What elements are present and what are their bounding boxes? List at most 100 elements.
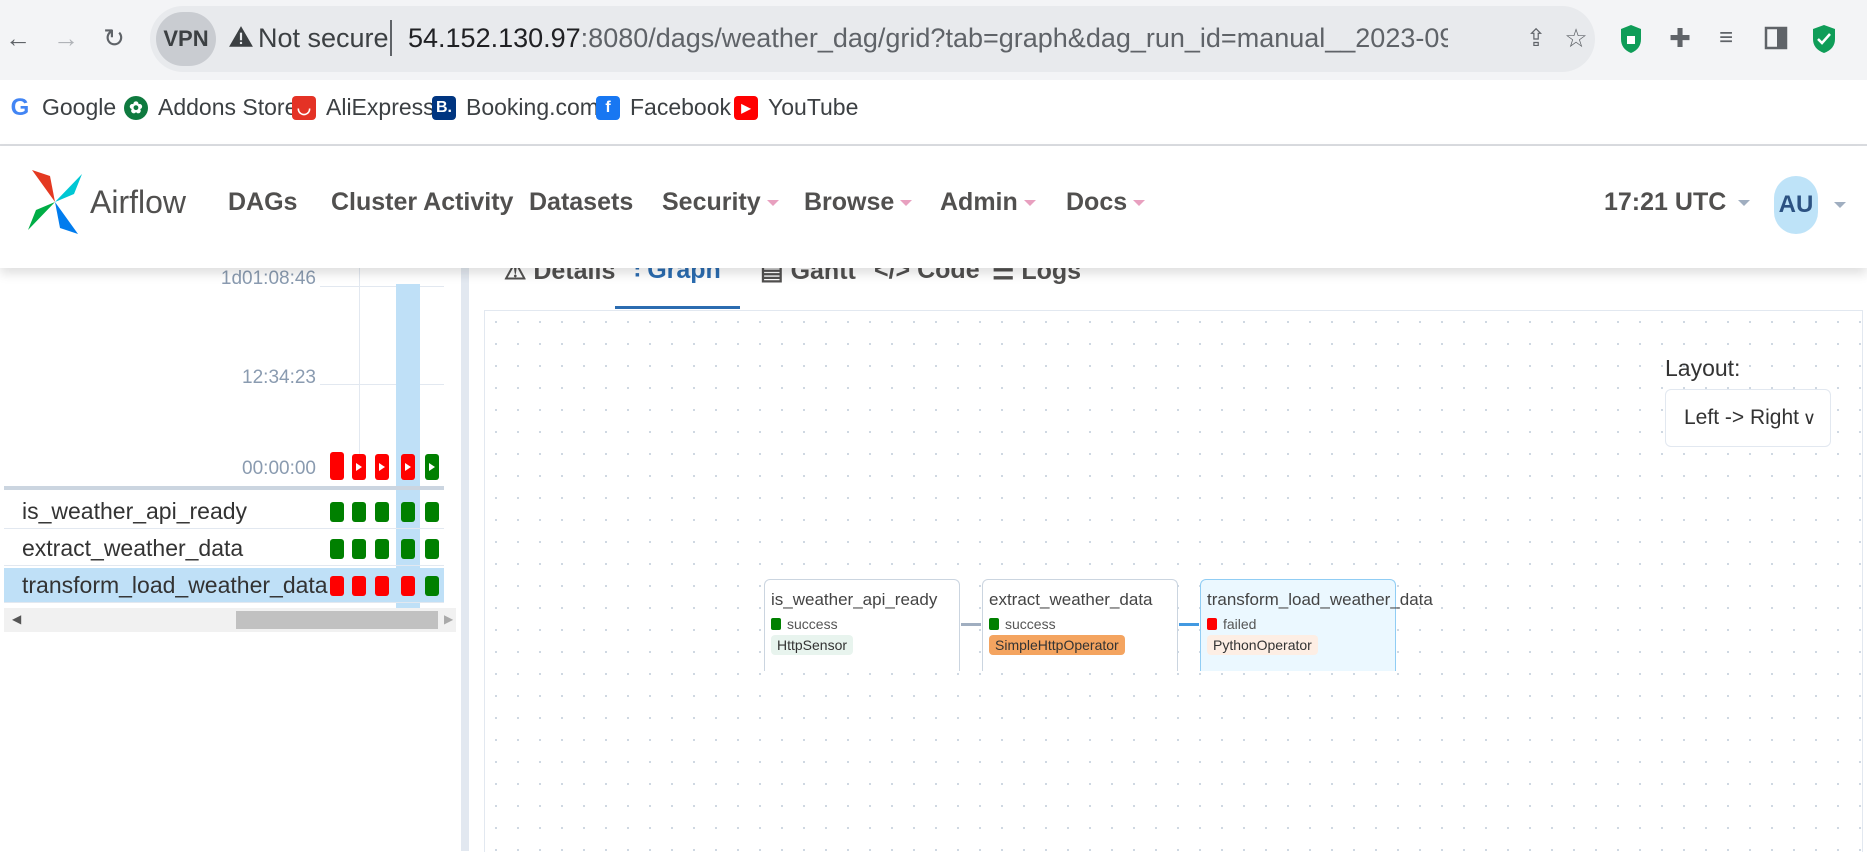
utc-clock[interactable]: 17:21 UTC [1604,188,1751,217]
bookmark-booking[interactable]: B. Booking.com [432,94,599,121]
facebook-icon: f [596,95,620,120]
addons-store-icon: ✿ [124,95,148,120]
chevron-down-icon [1023,200,1036,207]
node-state: success [771,616,838,632]
back-icon[interactable]: ← [0,20,36,56]
node-title: is_weather_api_ready [771,590,938,609]
task-node-is-weather-api-ready[interactable]: is_weather_api_ready success HttpSensor [764,579,960,671]
duration-label: 12:34:23 [242,367,316,388]
graph-edge [961,623,981,626]
task-instance-square[interactable] [401,502,415,522]
horizontal-scrollbar[interactable]: ◀ ▶ [4,608,456,632]
node-operator: SimpleHttpOperator [989,635,1125,655]
dag-run-bar[interactable] [401,454,415,480]
reading-list-icon[interactable]: ≡ [1708,20,1744,56]
layout-label: Layout: [1665,355,1741,381]
node-title: transform_load_weather_data [1207,590,1433,609]
scroll-left-icon[interactable]: ◀ [12,612,21,626]
side-panel-icon[interactable] [1764,26,1788,50]
state-dot [989,618,999,630]
layout-select[interactable]: Left -> Right ∨ [1665,389,1831,447]
task-instance-square[interactable] [375,539,389,559]
state-dot [1207,618,1217,630]
task-instance-square[interactable] [330,576,344,596]
nav-cluster-activity[interactable]: Cluster Activity [331,188,513,217]
forward-icon[interactable]: → [48,20,84,56]
task-instance-square[interactable] [352,539,366,559]
bookmark-label: Facebook [630,94,732,120]
grid-vertical-line [359,268,360,468]
chevron-down-icon [1133,200,1146,207]
nav-docs[interactable]: Docs [1066,188,1146,217]
bookmark-star-icon[interactable]: ☆ [1558,20,1594,56]
duration-label: 1d01:08:46 [220,268,316,289]
grid-line [320,286,444,287]
bookmark-label: Addons Store [158,94,298,120]
node-title: extract_weather_data [989,590,1153,609]
active-tab-indicator [615,306,740,309]
chevron-down-icon [766,200,779,207]
reload-icon[interactable]: ↻ [96,20,132,56]
task-instance-square[interactable] [401,539,415,559]
security-status[interactable]: Not secure [258,23,389,54]
nav-datasets[interactable]: Datasets [529,188,633,217]
nav-browse[interactable]: Browse [804,188,913,217]
task-instance-square[interactable] [425,502,439,522]
play-icon [356,463,362,471]
bookmark-addons-store[interactable]: ✿ Addons Store [124,94,297,121]
nav-admin[interactable]: Admin [940,188,1036,217]
extensions-puzzle-icon[interactable]: ✚ [1662,20,1698,56]
task-instance-square[interactable] [352,576,366,596]
task-name[interactable]: extract_weather_data [22,535,243,562]
share-icon[interactable]: ⇪ [1518,20,1554,56]
address-bar[interactable]: VPN Not secure 54.152.130.97:8080/dags/w… [150,6,1595,72]
bookmark-youtube[interactable]: ▶ YouTube [734,94,858,121]
task-instance-square[interactable] [401,576,415,596]
task-instance-square[interactable] [330,539,344,559]
play-icon [379,463,385,471]
scrollbar-thumb[interactable] [236,611,438,629]
vpn-badge[interactable]: VPN [156,12,216,66]
bookmark-aliexpress[interactable]: ◡ AliExpress [292,94,435,121]
graph-canvas[interactable]: Layout: Left -> Right ∨ is_weather_api_r… [484,310,1863,852]
dag-run-bar[interactable] [352,454,366,480]
bookmark-facebook[interactable]: f Facebook [596,94,731,121]
brand-text: Airflow [90,183,187,220]
airflow-brand[interactable]: Airflow [28,166,186,238]
url-separator [390,20,392,56]
dag-run-bar[interactable] [375,454,389,480]
task-name[interactable]: transform_load_weather_data [22,572,328,599]
user-avatar[interactable]: AU [1774,176,1818,234]
dag-run-bar[interactable] [425,454,439,480]
node-operator: HttpSensor [771,635,854,655]
node-state: failed [1207,616,1256,632]
graph-edge [1179,623,1199,626]
task-instance-square[interactable] [352,502,366,522]
nav-dags[interactable]: DAGs [228,188,297,217]
bookmark-label: YouTube [768,94,859,120]
youtube-icon: ▶ [734,95,758,120]
task-node-transform-load-weather-data[interactable]: transform_load_weather_data failed Pytho… [1200,579,1433,671]
node-state: success [989,616,1056,632]
aliexpress-icon: ◡ [292,95,316,120]
nav-security[interactable]: Security [662,188,779,217]
scroll-right-icon[interactable]: ▶ [444,612,453,626]
task-name[interactable]: is_weather_api_ready [22,498,247,525]
dag-run-bar[interactable] [330,452,344,480]
airflow-navbar: Airflow DAGs Cluster Activity Datasets S… [0,146,1867,268]
url-text[interactable]: 54.152.130.97:8080/dags/weather_dag/grid… [408,23,1448,54]
airflow-logo-icon [28,170,82,234]
task-node-extract-weather-data[interactable]: extract_weather_data success SimpleHttpO… [982,579,1178,671]
shield-check-icon[interactable] [1812,24,1836,54]
chevron-down-icon[interactable] [1834,202,1846,208]
task-instance-square[interactable] [375,576,389,596]
chevron-down-icon [1738,200,1751,207]
task-instance-square[interactable] [425,539,439,559]
panel-resize-divider[interactable] [461,268,469,851]
task-instance-square[interactable] [425,576,439,596]
task-instance-square[interactable] [375,502,389,522]
security-extension-icon[interactable] [1620,24,1642,54]
bookmark-label: Booking.com [466,94,599,120]
bookmark-google[interactable]: G Google [8,94,117,121]
task-instance-square[interactable] [330,502,344,522]
